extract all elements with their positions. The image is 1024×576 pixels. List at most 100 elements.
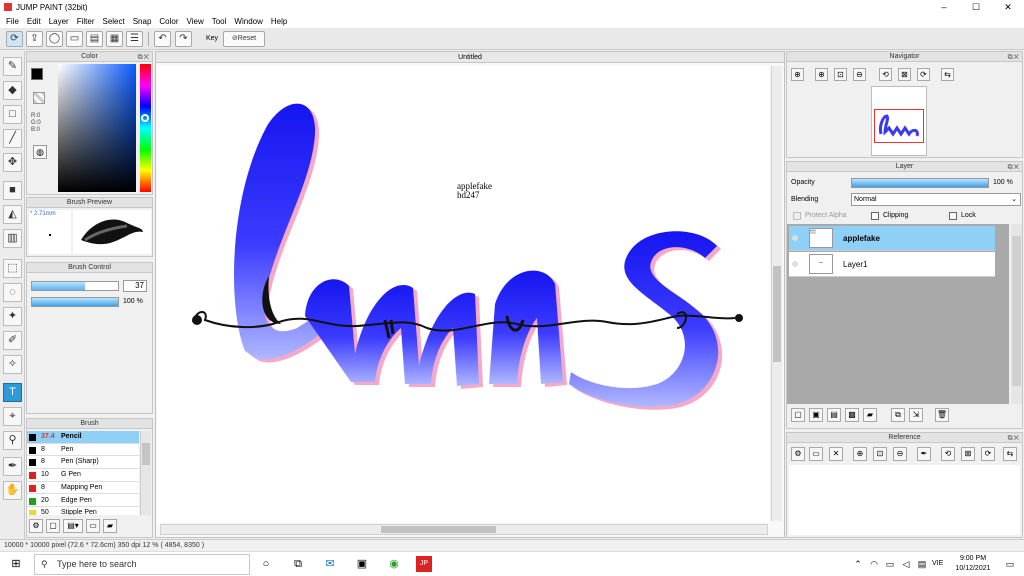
menu-filter[interactable]: Filter bbox=[73, 17, 99, 26]
browser-icon[interactable]: ◉ bbox=[386, 556, 402, 572]
transparent-swatch[interactable] bbox=[33, 92, 45, 104]
eyedropper-tool-icon[interactable]: ⚲ bbox=[3, 431, 22, 450]
zoom-in-plus-icon[interactable]: ⊕ bbox=[815, 68, 828, 81]
brush-list-scrollbar[interactable] bbox=[140, 431, 151, 515]
protect-alpha-checkbox[interactable] bbox=[793, 212, 801, 220]
visibility-icon[interactable] bbox=[792, 261, 798, 267]
brush-list-item[interactable]: 37.4 Pencil bbox=[27, 431, 139, 444]
brush-tool-icon[interactable]: ✎ bbox=[3, 57, 22, 76]
zoom-out-icon[interactable]: ⊖ bbox=[853, 68, 866, 81]
reference-rotate-right-icon[interactable]: ⟳ bbox=[981, 447, 995, 461]
new-layer-8bit-icon[interactable]: ▣ bbox=[809, 408, 823, 422]
layer-row[interactable]: ~ Layer1 bbox=[789, 252, 995, 277]
mail-icon[interactable]: ✉ bbox=[322, 556, 338, 572]
lasso-tool-icon[interactable]: ◌ bbox=[3, 283, 22, 302]
layer-list-scrollbar[interactable] bbox=[1011, 224, 1022, 404]
battery-icon[interactable]: ▭ bbox=[882, 556, 898, 572]
gradient-tool-icon[interactable]: ▥ bbox=[3, 229, 22, 248]
flip-icon[interactable]: ⇆ bbox=[941, 68, 954, 81]
language-indicator[interactable]: VIE bbox=[932, 560, 943, 567]
brush-size-value[interactable]: 37 bbox=[123, 280, 147, 292]
menu-help[interactable]: Help bbox=[267, 17, 291, 26]
new-layer-icon[interactable]: ▢ bbox=[791, 408, 805, 422]
navigator-viewport[interactable] bbox=[874, 109, 924, 143]
menu-layer[interactable]: Layer bbox=[45, 17, 73, 26]
brush-group-icon[interactable]: ▰ bbox=[103, 519, 117, 533]
drawing-canvas[interactable]: applefake hd247 bbox=[157, 66, 769, 523]
reference-fit-icon[interactable]: ⊡ bbox=[873, 447, 887, 461]
new-brush-icon[interactable]: ▢ bbox=[46, 519, 60, 533]
canvas-horizontal-scrollbar[interactable] bbox=[160, 524, 768, 535]
maximize-button[interactable]: ☐ bbox=[960, 0, 992, 14]
grid-icon[interactable]: ▦ bbox=[106, 31, 123, 47]
menu-select[interactable]: Select bbox=[98, 17, 128, 26]
panel-close-icon[interactable]: ⧉✕ bbox=[1008, 163, 1020, 173]
magic-wand-tool-icon[interactable]: ✦ bbox=[3, 307, 22, 326]
new-tone-layer-icon[interactable]: ▩ bbox=[845, 408, 859, 422]
brush-size-slider[interactable] bbox=[31, 281, 119, 291]
reference-rotate-left-icon[interactable]: ⟲ bbox=[941, 447, 955, 461]
select-pen-tool-icon[interactable]: ✐ bbox=[3, 331, 22, 350]
cortana-icon[interactable]: ○ bbox=[258, 556, 274, 572]
bucket-tool-icon[interactable]: ◭ bbox=[3, 205, 22, 224]
reset-button[interactable]: ⊘Reset bbox=[223, 31, 265, 47]
new-layer-1bit-icon[interactable]: ▤ bbox=[827, 408, 841, 422]
text-tool-icon[interactable]: T bbox=[3, 383, 22, 402]
menu-tool[interactable]: Tool bbox=[208, 17, 231, 26]
foreground-swatch[interactable] bbox=[31, 68, 43, 80]
select-eraser-tool-icon[interactable]: ✧ bbox=[3, 355, 22, 374]
close-button[interactable]: ✕ bbox=[992, 0, 1024, 14]
reference-settings-icon[interactable]: ⚙ bbox=[791, 447, 805, 461]
volume-icon[interactable]: ◁ bbox=[898, 556, 914, 572]
delete-layer-icon[interactable]: 🗑 bbox=[935, 408, 949, 422]
brush-list-item[interactable]: 8 Pen (Sharp) bbox=[27, 456, 139, 470]
panel-close-icon[interactable]: ⧉✕ bbox=[1008, 53, 1020, 63]
fill-rect-tool-icon[interactable]: ■ bbox=[3, 181, 22, 200]
tray-chevron-icon[interactable]: ⌃ bbox=[850, 556, 866, 572]
network-icon[interactable]: ◠ bbox=[866, 556, 882, 572]
taskbar-search[interactable]: ⚲ Type here to search bbox=[34, 554, 250, 575]
layer-row[interactable]: ▒▒ applefake bbox=[789, 226, 995, 251]
rotate-reset-icon[interactable]: ⊠ bbox=[898, 68, 911, 81]
new-layer-folder-icon[interactable]: ▰ bbox=[863, 408, 877, 422]
brush-copy-icon[interactable]: ▤▾ bbox=[63, 519, 83, 533]
clock[interactable]: 9:00 PM 10/12/2021 bbox=[950, 554, 996, 574]
navigator-thumbnail[interactable] bbox=[871, 86, 927, 156]
rectangle-tool-icon[interactable]: □ bbox=[3, 105, 22, 124]
copy-layer-icon[interactable]: ⧉ bbox=[891, 408, 905, 422]
panel-close-icon[interactable]: ⧉✕ bbox=[1008, 434, 1020, 444]
undo-icon[interactable]: ↶ bbox=[154, 31, 171, 47]
page-icon[interactable]: ▤ bbox=[86, 31, 103, 47]
menu-color[interactable]: Color bbox=[155, 17, 182, 26]
lock-checkbox[interactable] bbox=[949, 212, 957, 220]
minimize-button[interactable]: – bbox=[928, 0, 960, 14]
visibility-icon[interactable] bbox=[792, 235, 798, 241]
move-tool-icon[interactable]: ✥ bbox=[3, 153, 22, 172]
merge-layer-icon[interactable]: ⇲ bbox=[909, 408, 923, 422]
reference-close-icon[interactable]: ✕ bbox=[829, 447, 843, 461]
reference-eyedropper-icon[interactable]: ✒ bbox=[917, 447, 931, 461]
reference-rotate-reset-icon[interactable]: ⊠ bbox=[961, 447, 975, 461]
keyboard-icon[interactable]: ▤ bbox=[914, 556, 930, 572]
panel-close-icon[interactable]: ⧉✕ bbox=[138, 53, 150, 63]
reference-zoom-in-icon[interactable]: ⊕ bbox=[853, 447, 867, 461]
comment-icon[interactable]: ◯ bbox=[46, 31, 63, 47]
brush-list-item[interactable]: 20 Edge Pen bbox=[27, 494, 139, 508]
fit-screen-icon[interactable]: ⊡ bbox=[834, 68, 847, 81]
jump-paint-taskbar-icon[interactable]: JP bbox=[416, 556, 432, 572]
hue-slider-knob[interactable] bbox=[141, 114, 149, 122]
menu-snap[interactable]: Snap bbox=[129, 17, 156, 26]
windows-start-icon[interactable]: ⊞ bbox=[8, 556, 24, 572]
dropper-tool-icon[interactable]: ✒ bbox=[3, 457, 22, 476]
reference-zoom-out-icon[interactable]: ⊖ bbox=[893, 447, 907, 461]
sync-icon[interactable]: ⟳ bbox=[6, 31, 23, 47]
zoom-in-icon[interactable]: ⊕ bbox=[791, 68, 804, 81]
brush-list-item[interactable]: 8 Mapping Pen bbox=[27, 481, 139, 495]
select-rect-tool-icon[interactable]: ⬚ bbox=[3, 259, 22, 278]
menu-window[interactable]: Window bbox=[230, 17, 266, 26]
brush-list-item[interactable]: 10 G Pen bbox=[27, 469, 139, 482]
reference-flip-icon[interactable]: ⇆ bbox=[1003, 447, 1017, 461]
blending-select[interactable]: Normal ⌄ bbox=[851, 193, 1021, 206]
line-tool-icon[interactable]: ╱ bbox=[3, 129, 22, 148]
palette-icon[interactable]: ◍ bbox=[33, 145, 47, 159]
